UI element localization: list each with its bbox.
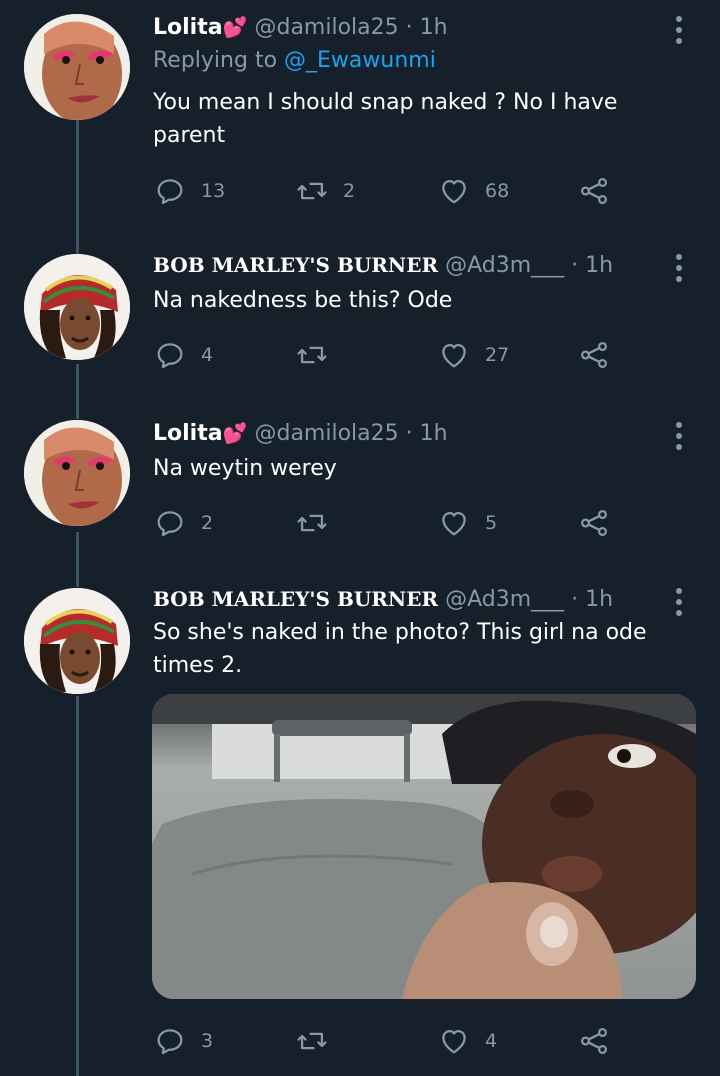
separator-dot: · — [405, 421, 413, 446]
thread-line — [76, 120, 79, 255]
user-handle[interactable]: @damilola25 — [254, 421, 398, 446]
like-button[interactable]: 5 — [437, 505, 497, 541]
avatar-lolita[interactable] — [24, 420, 130, 526]
share-button[interactable] — [577, 505, 611, 541]
user-handle[interactable]: @damilola25 — [254, 15, 398, 40]
separator-dot: · — [571, 253, 579, 278]
retweet-button[interactable]: 2 — [295, 173, 355, 209]
share-icon — [580, 341, 608, 369]
retweet-icon — [297, 514, 327, 532]
retweet-icon — [297, 346, 327, 364]
separator-dot: · — [571, 587, 579, 612]
reply-button[interactable]: 2 — [153, 505, 213, 541]
separator-dot: · — [405, 15, 413, 40]
reply-button[interactable]: 4 — [153, 337, 213, 373]
timestamp[interactable]: 1h — [420, 15, 448, 40]
mention-link[interactable]: @_Ewawunmi — [284, 48, 436, 73]
tweet-text: Na nakedness be this? Ode — [153, 288, 453, 313]
replying-label: Replying to — [153, 48, 278, 73]
like-count: 27 — [485, 344, 510, 366]
share-button[interactable] — [577, 1023, 611, 1059]
tweet-header: BOB MARLEY'S BURNER @Ad3m___ · 1h — [153, 250, 613, 281]
like-count: 5 — [485, 512, 498, 534]
avatar-bob-marleys-burner[interactable] — [24, 588, 130, 694]
retweet-button[interactable] — [295, 1023, 343, 1059]
reply-icon — [157, 343, 183, 369]
tweet-header: BOB MARLEY'S BURNER @Ad3m___ · 1h — [153, 584, 613, 615]
like-button[interactable]: 68 — [437, 173, 509, 209]
more-vertical-icon[interactable] — [671, 422, 687, 450]
user-handle[interactable]: @Ad3m___ — [445, 253, 564, 278]
tweet-actions: 2 5 — [153, 505, 623, 541]
thread-line — [76, 364, 79, 419]
heart-icon — [442, 343, 466, 368]
tweet-media-photo[interactable] — [152, 694, 696, 999]
share-icon — [580, 177, 608, 205]
heart-icon — [442, 1029, 466, 1054]
tweet-text: You mean I should snap naked ? No I have… — [153, 90, 618, 148]
reply-count: 4 — [201, 344, 214, 366]
like-count: 68 — [485, 180, 510, 202]
reply-button[interactable]: 3 — [153, 1023, 213, 1059]
tweet-text: Na weytin werey — [153, 456, 337, 481]
heart-emoji: 💕 — [222, 421, 248, 445]
reply-count: 13 — [201, 180, 226, 202]
retweet-icon — [297, 182, 327, 200]
timestamp[interactable]: 1h — [585, 587, 613, 612]
share-button[interactable] — [577, 173, 611, 209]
heart-icon — [442, 511, 466, 536]
reply-count: 2 — [201, 512, 214, 534]
heart-emoji: 💕 — [222, 15, 248, 39]
reply-icon — [157, 179, 183, 205]
tweet-actions: 3 4 — [153, 1023, 623, 1059]
retweet-count: 2 — [343, 180, 356, 202]
retweet-button[interactable] — [295, 505, 343, 541]
reply-count: 3 — [201, 1030, 214, 1052]
display-name[interactable]: Lolita — [153, 15, 223, 40]
reply-button[interactable]: 13 — [153, 173, 225, 209]
thread-line — [76, 532, 79, 587]
more-vertical-icon[interactable] — [671, 254, 687, 282]
like-button[interactable]: 27 — [437, 337, 509, 373]
display-name[interactable]: BOB MARLEY'S BURNER — [153, 587, 438, 611]
reply-icon — [157, 511, 183, 537]
retweet-button[interactable] — [295, 337, 343, 373]
avatar-bob-marleys-burner[interactable] — [24, 254, 130, 360]
reply-icon — [157, 1029, 183, 1055]
tweet-header: Lolita💕 @damilola25 · 1h — [153, 12, 448, 43]
avatar-lolita[interactable] — [24, 14, 130, 120]
thread-line — [76, 696, 79, 1076]
retweet-icon — [297, 1032, 327, 1050]
share-icon — [580, 509, 608, 537]
tweet-actions: 13 2 68 — [153, 173, 623, 209]
more-vertical-icon[interactable] — [671, 16, 687, 44]
user-handle[interactable]: @Ad3m___ — [445, 587, 564, 612]
more-vertical-icon[interactable] — [671, 588, 687, 616]
like-count: 4 — [485, 1030, 498, 1052]
timestamp[interactable]: 1h — [420, 421, 448, 446]
timestamp[interactable]: 1h — [585, 253, 613, 278]
heart-icon — [442, 179, 466, 204]
tweet-actions: 4 27 — [153, 337, 623, 373]
like-button[interactable]: 4 — [437, 1023, 497, 1059]
replying-to: Replying to @_Ewawunmi — [153, 48, 436, 73]
tweet-text: So she's naked in the photo? This girl n… — [153, 620, 647, 678]
display-name[interactable]: Lolita — [153, 421, 223, 446]
share-icon — [580, 1027, 608, 1055]
tweet-header: Lolita💕 @damilola25 · 1h — [153, 418, 448, 449]
display-name[interactable]: BOB MARLEY'S BURNER — [153, 253, 438, 277]
share-button[interactable] — [577, 337, 611, 373]
